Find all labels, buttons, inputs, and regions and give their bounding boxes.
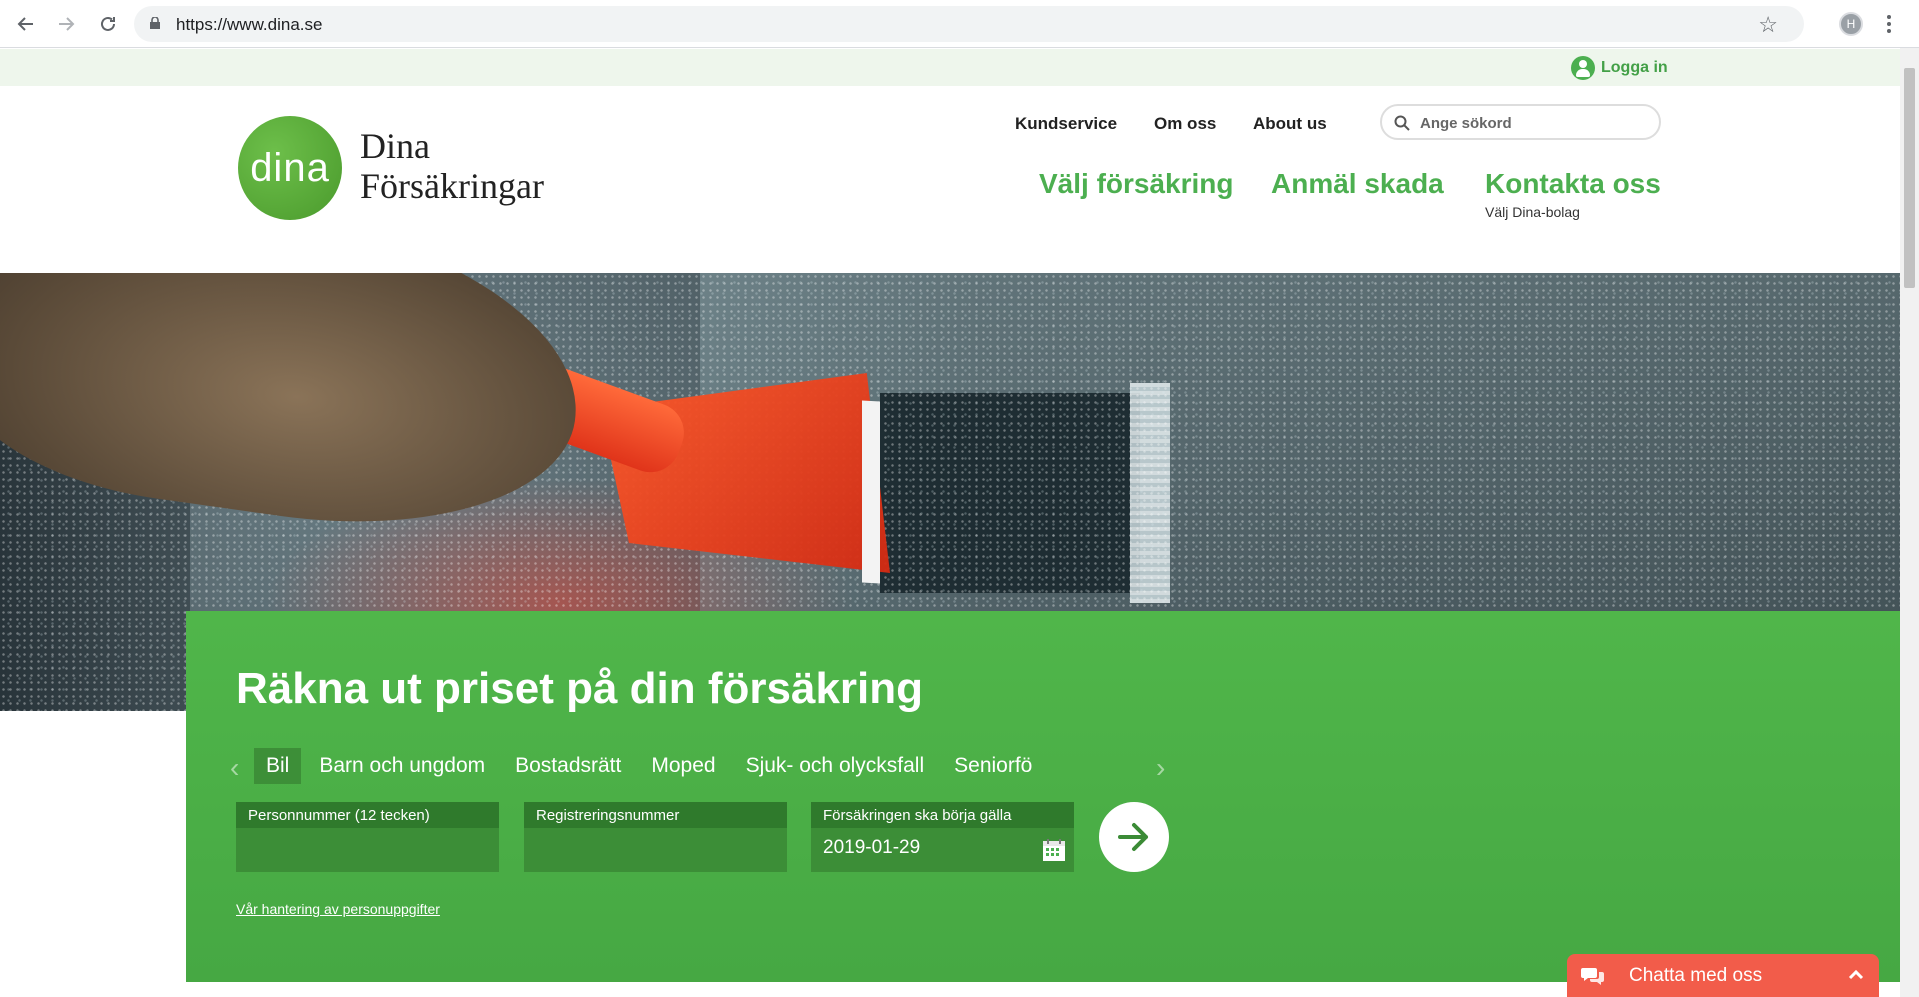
tab-moped[interactable]: Moped — [639, 748, 727, 784]
forward-icon[interactable] — [52, 10, 80, 38]
logo-wordmark[interactable]: Dina Försäkringar — [360, 126, 544, 206]
calendar-icon[interactable] — [1042, 838, 1066, 862]
personnummer-label: Personnummer (12 tecken) — [236, 802, 499, 828]
registreringsnummer-field[interactable]: Registreringsnummer — [524, 802, 787, 872]
nav-kundservice[interactable]: Kundservice — [1015, 114, 1117, 134]
logo-line-2: Försäkringar — [360, 166, 544, 206]
tab-senior[interactable]: Seniorfö — [942, 748, 1044, 784]
scrollbar-thumb[interactable] — [1904, 68, 1915, 288]
tab-bil[interactable]: Bil — [254, 748, 302, 784]
lock-icon — [150, 17, 160, 29]
nav-valj-forsakring[interactable]: Välj försäkring — [1039, 168, 1234, 200]
tab-bostadsratt[interactable]: Bostadsrätt — [503, 748, 633, 784]
login-link[interactable]: Logga in — [1571, 56, 1668, 80]
start-date-input[interactable]: 2019-01-29 — [811, 828, 1074, 868]
submit-arrow-button[interactable] — [1099, 802, 1169, 872]
nav-about-us[interactable]: About us — [1253, 114, 1327, 134]
arrow-right-icon — [1118, 823, 1148, 851]
product-tabs: Bil Barn och ungdom Bostadsrätt Moped Sj… — [254, 744, 1074, 788]
logo-mark-text: dina — [250, 145, 330, 190]
tabs-next-icon[interactable]: › — [1156, 752, 1165, 784]
browser-menu-icon[interactable] — [1886, 13, 1892, 35]
page-scrollbar[interactable] — [1900, 48, 1919, 997]
nav-om-oss[interactable]: Om oss — [1154, 114, 1216, 134]
search-input[interactable] — [1420, 113, 1650, 133]
chat-label: Chatta med oss — [1629, 965, 1763, 986]
chevron-up-icon[interactable] — [1847, 966, 1865, 984]
tab-barn-och-ungdom[interactable]: Barn och ungdom — [307, 748, 497, 784]
privacy-link[interactable]: Vår hantering av personuppgifter — [236, 901, 440, 917]
page: https://www.dina.se ☆ H Logga in dina Di… — [0, 0, 1919, 997]
address-bar[interactable]: https://www.dina.se ☆ — [134, 6, 1804, 42]
search-box[interactable] — [1380, 104, 1661, 140]
chat-bubbles-icon — [1581, 968, 1604, 985]
registreringsnummer-input[interactable] — [524, 828, 787, 846]
back-icon[interactable] — [12, 10, 40, 38]
nav-valj-dina-bolag[interactable]: Välj Dina-bolag — [1485, 204, 1580, 220]
logo-mark[interactable]: dina — [238, 116, 342, 220]
personnummer-field[interactable]: Personnummer (12 tecken) — [236, 802, 499, 872]
bookmark-star-icon[interactable]: ☆ — [1758, 12, 1778, 38]
start-date-label: Försäkringen ska börja gälla — [811, 802, 1074, 828]
search-icon — [1394, 115, 1410, 131]
reload-icon[interactable] — [94, 10, 122, 38]
profile-avatar[interactable]: H — [1839, 12, 1863, 36]
nav-anmal-skada[interactable]: Anmäl skada — [1271, 168, 1444, 200]
tabs-prev-icon[interactable]: ‹ — [230, 752, 239, 784]
login-label: Logga in — [1601, 59, 1668, 76]
browser-toolbar: https://www.dina.se ☆ H — [0, 0, 1919, 48]
registreringsnummer-label: Registreringsnummer — [524, 802, 787, 828]
calculator-title: Räkna ut priset på din försäkring — [236, 664, 924, 713]
url-text: https://www.dina.se — [176, 15, 323, 34]
tab-sjuk-och-olycksfall[interactable]: Sjuk- och olycksfall — [734, 748, 937, 784]
start-date-field[interactable]: Försäkringen ska börja gälla 2019-01-29 — [811, 802, 1074, 872]
user-icon — [1571, 56, 1595, 80]
chat-widget[interactable]: Chatta med oss — [1567, 954, 1879, 997]
nav-kontakta-oss[interactable]: Kontakta oss — [1485, 168, 1661, 200]
personnummer-input[interactable] — [236, 828, 499, 846]
logo-line-1: Dina — [360, 126, 430, 166]
